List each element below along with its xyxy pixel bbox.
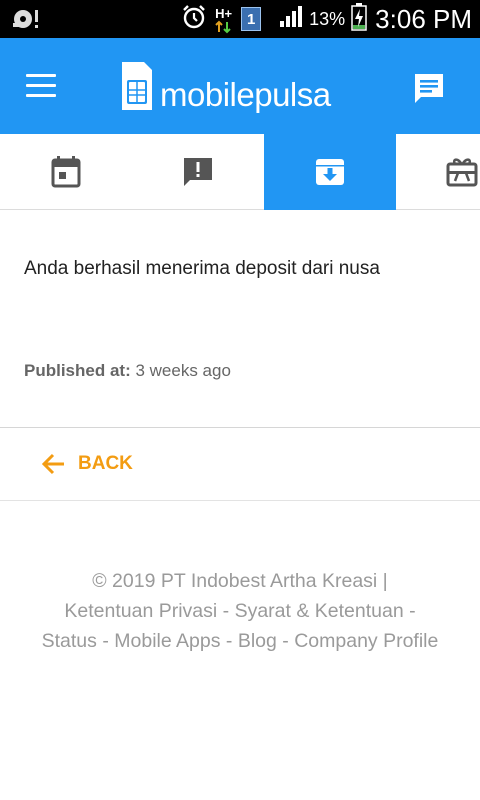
tab-alerts[interactable] (132, 134, 264, 210)
footer: © 2019 PT Indobest Artha Kreasi | Ketent… (40, 566, 440, 656)
published-label: Published at: (24, 361, 131, 380)
battery-charging-icon (351, 2, 367, 36)
divider (0, 427, 480, 428)
card-giftcard-icon (446, 158, 478, 187)
sim-card-logo-icon (120, 60, 154, 117)
sim-number: 1 (246, 10, 256, 28)
back-button[interactable]: BACK (40, 448, 133, 480)
app-notification-icon (12, 6, 42, 37)
footer-separator: - (217, 600, 235, 622)
status-bar: H+ 1 13% 3:06 PM (0, 0, 480, 38)
mobilepulsa-logo[interactable]: mobilepulsa (120, 58, 331, 118)
notification-message: Anda berhasil menerima deposit dari nusa (24, 258, 380, 279)
published-value: 3 weeks ago (135, 361, 231, 380)
footer-link-mobile-apps[interactable]: Mobile Apps (114, 630, 220, 652)
tab-rewards[interactable] (396, 134, 480, 210)
chat-icon (415, 74, 443, 103)
calendar-icon (51, 156, 81, 188)
footer-copyright: © 2019 PT Indobest Artha Kreasi | (92, 570, 388, 592)
footer-separator: - (276, 630, 295, 652)
footer-separator: - (403, 600, 416, 622)
logo-text: mobilepulsa (160, 76, 331, 113)
footer-separator: - (96, 630, 115, 652)
tab-calendar[interactable] (0, 134, 132, 210)
tab-inbox[interactable] (264, 134, 396, 210)
divider (0, 500, 480, 501)
sim-icon: 1 (241, 7, 262, 31)
inbox-download-icon (316, 159, 344, 185)
back-label: BACK (78, 453, 133, 474)
footer-link-status[interactable]: Status (42, 630, 97, 652)
data-hplus-icon: H+ (213, 4, 235, 34)
battery-percent: 13% (309, 8, 346, 29)
alert-message-icon (184, 158, 212, 186)
published-info: Published at: 3 weeks ago (24, 361, 231, 381)
arrow-left-icon (41, 453, 64, 475)
tab-bar (0, 134, 480, 210)
app-bar: mobilepulsa (0, 38, 480, 134)
menu-icon (26, 74, 56, 77)
chat-button[interactable] (412, 72, 446, 106)
alarm-icon (181, 4, 207, 35)
footer-separator: - (220, 630, 238, 652)
signal-icon (279, 5, 303, 33)
footer-link-terms[interactable]: Syarat & Ketentuan (235, 600, 404, 622)
menu-button[interactable] (24, 74, 58, 100)
network-type-label: H+ (215, 6, 233, 21)
clock: 3:06 PM (375, 3, 472, 34)
footer-link-company-profile[interactable]: Company Profile (294, 630, 438, 652)
footer-link-privacy[interactable]: Ketentuan Privasi (64, 600, 217, 622)
footer-link-blog[interactable]: Blog (238, 630, 277, 652)
